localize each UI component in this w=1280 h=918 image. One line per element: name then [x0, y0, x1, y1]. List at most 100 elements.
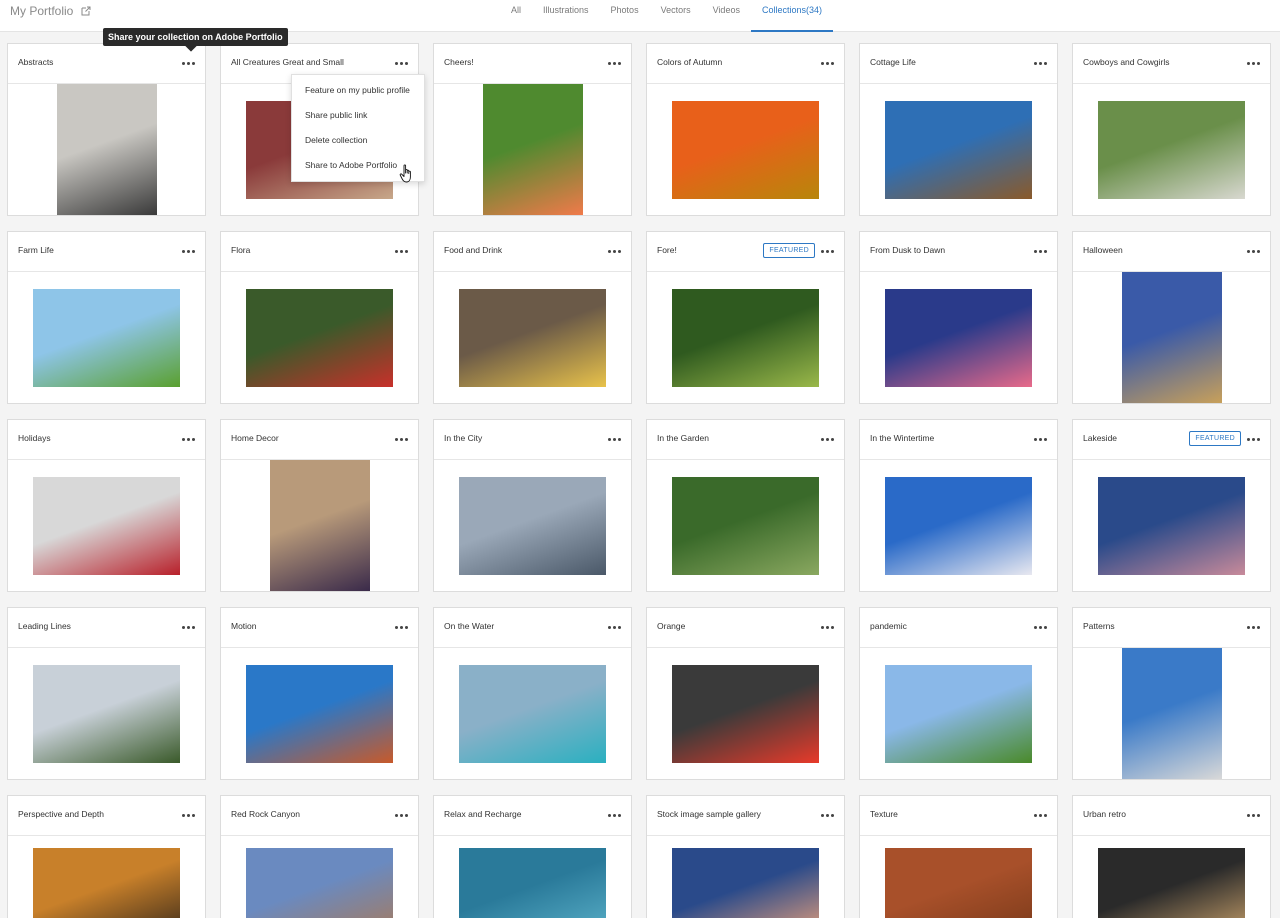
collection-card[interactable]: Leading Lines	[7, 607, 206, 780]
more-options-icon[interactable]	[608, 246, 622, 256]
collection-title[interactable]: Orange	[657, 621, 685, 631]
menu-item-share-public-link[interactable]: Share public link	[292, 103, 424, 128]
collection-card[interactable]: Urban retro	[1072, 795, 1271, 918]
collection-title[interactable]: Home Decor	[231, 433, 279, 443]
collection-card[interactable]: pandemic	[859, 607, 1058, 780]
collection-thumbnail-image[interactable]	[56, 84, 157, 215]
collection-card[interactable]: Texture	[859, 795, 1058, 918]
collection-title[interactable]: Patterns	[1083, 621, 1115, 631]
collection-card[interactable]: Cottage Life	[859, 43, 1058, 216]
collection-thumbnail-image[interactable]	[459, 288, 606, 387]
collection-thumbnail-image[interactable]	[269, 460, 370, 591]
collection-card[interactable]: Perspective and Depth	[7, 795, 206, 918]
more-options-icon[interactable]	[1247, 622, 1261, 632]
collection-card[interactable]: Abstracts	[7, 43, 206, 216]
collection-title[interactable]: Abstracts	[18, 57, 53, 67]
collection-thumbnail-image[interactable]	[246, 288, 393, 387]
menu-item-feature-on-my-public-profile[interactable]: Feature on my public profile	[292, 78, 424, 103]
collection-thumbnail-image[interactable]	[885, 288, 1032, 387]
collection-card[interactable]: Cheers!	[433, 43, 632, 216]
collection-title[interactable]: In the Garden	[657, 433, 709, 443]
collection-card[interactable]: Stock image sample gallery	[646, 795, 845, 918]
collection-thumbnail-image[interactable]	[885, 848, 1032, 918]
more-options-icon[interactable]	[1034, 58, 1048, 68]
more-options-icon[interactable]	[821, 246, 835, 256]
more-options-icon[interactable]	[395, 810, 409, 820]
collection-title[interactable]: Colors of Autumn	[657, 57, 722, 67]
collection-thumbnail-image[interactable]	[1098, 476, 1245, 575]
more-options-icon[interactable]	[1247, 434, 1261, 444]
collection-title[interactable]: Food and Drink	[444, 245, 502, 255]
more-options-icon[interactable]	[608, 810, 622, 820]
collection-title[interactable]: Leading Lines	[18, 621, 71, 631]
more-options-icon[interactable]	[1034, 622, 1048, 632]
collection-card[interactable]: Farm Life	[7, 231, 206, 404]
more-options-icon[interactable]	[182, 622, 196, 632]
more-options-icon[interactable]	[608, 622, 622, 632]
collection-thumbnail-image[interactable]	[33, 664, 180, 763]
collection-card[interactable]: In the City	[433, 419, 632, 592]
collection-title[interactable]: Relax and Recharge	[444, 809, 522, 819]
more-options-icon[interactable]	[821, 58, 835, 68]
collection-card[interactable]: In the Wintertime	[859, 419, 1058, 592]
collection-title[interactable]: Perspective and Depth	[18, 809, 104, 819]
collection-thumbnail-image[interactable]	[459, 476, 606, 575]
more-options-icon[interactable]	[1034, 246, 1048, 256]
more-options-icon[interactable]	[395, 246, 409, 256]
collection-title[interactable]: Cowboys and Cowgirls	[1083, 57, 1169, 67]
more-options-icon[interactable]	[1247, 246, 1261, 256]
collection-title[interactable]: Red Rock Canyon	[231, 809, 300, 819]
collection-title[interactable]: All Creatures Great and Small	[231, 57, 344, 67]
collection-thumbnail-image[interactable]	[1098, 848, 1245, 918]
collection-thumbnail-image[interactable]	[246, 848, 393, 918]
collection-card[interactable]: Red Rock Canyon	[220, 795, 419, 918]
collection-card[interactable]: Home Decor	[220, 419, 419, 592]
tab-videos[interactable]: Videos	[702, 0, 751, 32]
more-options-icon[interactable]	[821, 622, 835, 632]
collection-thumbnail-image[interactable]	[1098, 100, 1245, 199]
more-options-icon[interactable]	[608, 434, 622, 444]
collection-thumbnail-image[interactable]	[459, 848, 606, 918]
collection-card[interactable]: From Dusk to Dawn	[859, 231, 1058, 404]
more-options-icon[interactable]	[1034, 434, 1048, 444]
more-options-icon[interactable]	[821, 434, 835, 444]
collection-title[interactable]: Motion	[231, 621, 257, 631]
collection-thumbnail-image[interactable]	[885, 100, 1032, 199]
collection-card[interactable]: Flora	[220, 231, 419, 404]
collection-thumbnail-image[interactable]	[672, 848, 819, 918]
more-options-icon[interactable]	[182, 58, 196, 68]
collection-card[interactable]: Food and Drink	[433, 231, 632, 404]
collection-thumbnail-image[interactable]	[33, 288, 180, 387]
more-options-icon[interactable]	[182, 810, 196, 820]
collection-thumbnail-image[interactable]	[1121, 648, 1222, 779]
collection-card[interactable]: Orange	[646, 607, 845, 780]
portfolio-link[interactable]: My Portfolio	[10, 4, 91, 18]
more-options-icon[interactable]	[608, 58, 622, 68]
tab-all[interactable]: All	[500, 0, 532, 32]
collection-card[interactable]: Cowboys and Cowgirls	[1072, 43, 1271, 216]
collection-card[interactable]: Halloween	[1072, 231, 1271, 404]
collection-card[interactable]: Patterns	[1072, 607, 1271, 780]
collection-thumbnail-image[interactable]	[672, 288, 819, 387]
collection-title[interactable]: Cheers!	[444, 57, 474, 67]
collection-title[interactable]: In the City	[444, 433, 482, 443]
collection-title[interactable]: pandemic	[870, 621, 907, 631]
more-options-icon[interactable]	[395, 58, 409, 68]
more-options-icon[interactable]	[1247, 810, 1261, 820]
collection-title[interactable]: Farm Life	[18, 245, 54, 255]
collection-title[interactable]: On the Water	[444, 621, 494, 631]
more-options-icon[interactable]	[821, 810, 835, 820]
collection-card[interactable]: In the Garden	[646, 419, 845, 592]
collection-card[interactable]: On the Water	[433, 607, 632, 780]
collection-title[interactable]: Texture	[870, 809, 898, 819]
collection-title[interactable]: Stock image sample gallery	[657, 809, 761, 819]
collection-title[interactable]: Halloween	[1083, 245, 1123, 255]
collection-thumbnail-image[interactable]	[885, 664, 1032, 763]
more-options-icon[interactable]	[395, 622, 409, 632]
tab-photos[interactable]: Photos	[600, 0, 650, 32]
collection-title[interactable]: From Dusk to Dawn	[870, 245, 945, 255]
collection-card[interactable]: Lakeside FEATURED	[1072, 419, 1271, 592]
more-options-icon[interactable]	[1247, 58, 1261, 68]
more-options-icon[interactable]	[395, 434, 409, 444]
more-options-icon[interactable]	[182, 246, 196, 256]
